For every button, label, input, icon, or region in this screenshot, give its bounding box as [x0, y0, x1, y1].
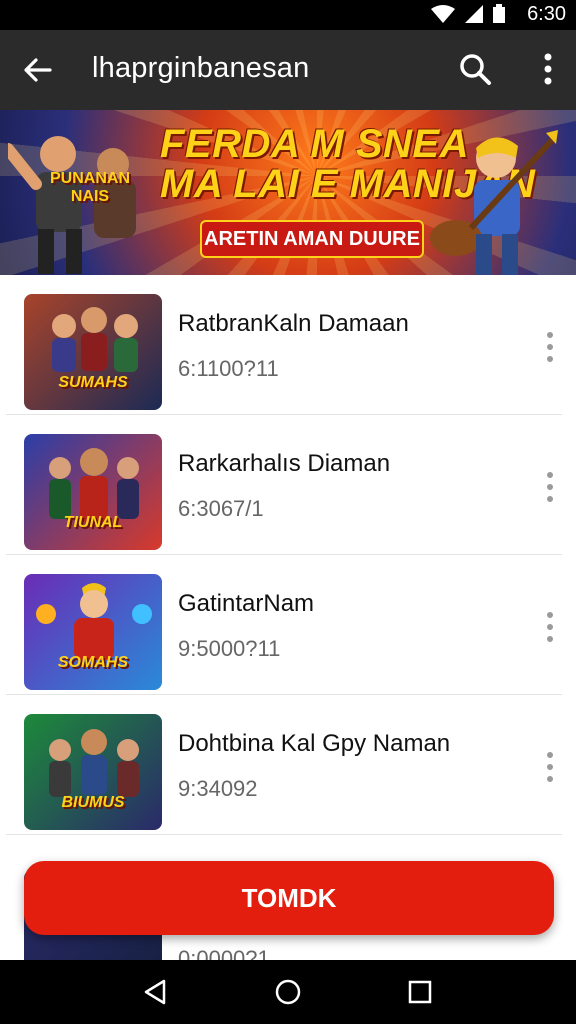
list-item[interactable]: SUMAHS RatbranKaln Damaan 6:1100?11 — [6, 276, 562, 415]
game-meta: 6:3067/1 — [178, 496, 264, 521]
list-item[interactable]: SOMAHS GatintarNam 9:5000?11 — [6, 556, 562, 695]
game-title: GatintarNam — [178, 590, 315, 617]
game-title: RatbranKaln Damaan — [178, 310, 409, 337]
game-thumbnail: SUMAHS — [24, 294, 162, 410]
more-vert-icon[interactable] — [542, 52, 554, 86]
game-title: Dohtbina Kal Gpy Naman — [178, 730, 451, 757]
game-thumbnail-logo: SUMAHS — [58, 374, 128, 391]
game-thumbnail-logo: TIUNAL — [63, 514, 123, 531]
status-bar: 6:30 — [0, 0, 576, 30]
game-meta: 9:5000?11 — [178, 636, 281, 661]
status-icons — [430, 4, 506, 24]
game-thumbnail-logo: SOMAHS — [57, 654, 129, 671]
item-more-icon[interactable] — [544, 332, 556, 368]
item-more-icon[interactable] — [544, 752, 556, 788]
app-title: lhaprginbanesan — [92, 52, 310, 84]
promo-banner[interactable]: PUNANAN NAIS FERDA M SNEA MA LAI E MANIJ… — [0, 110, 576, 275]
item-more-icon[interactable] — [544, 612, 556, 648]
nav-back-icon[interactable] — [142, 978, 170, 1006]
game-thumbnail-logo: BIUMUS — [61, 794, 125, 811]
system-nav-bar — [0, 960, 576, 1024]
nav-home-icon[interactable] — [274, 978, 302, 1006]
item-more-icon[interactable] — [544, 472, 556, 508]
nav-recent-icon[interactable] — [406, 978, 434, 1006]
game-list: SUMAHS RatbranKaln Damaan 6:1100?11 TIUN… — [6, 276, 570, 960]
primary-action-button[interactable]: TOMDK — [24, 861, 554, 935]
game-thumbnail: TIUNAL — [24, 434, 162, 550]
battery-icon — [493, 4, 505, 23]
banner-cta-badge[interactable]: ARETIN AMAN DUURE — [200, 220, 424, 258]
banner-game-logo: PUNANAN NAIS — [50, 170, 130, 205]
wifi-icon — [431, 5, 455, 23]
game-meta: 6:1100?11 — [178, 356, 279, 381]
status-time: 6:30 — [527, 3, 566, 25]
list-item[interactable]: BIUMUS Dohtbina Kal Gpy Naman 9:34092 — [6, 696, 562, 835]
search-icon[interactable] — [458, 52, 492, 86]
banner-hero-right-image — [430, 130, 558, 275]
game-title: Rarkarhalıs Diaman — [178, 450, 391, 477]
game-thumbnail: SOMAHS — [24, 574, 162, 690]
app-bar: lhaprginbanesan — [0, 30, 576, 110]
list-item[interactable]: TIUNAL Rarkarhalıs Diaman 6:3067/1 — [6, 416, 562, 555]
banner-headline-line1: FERDA M SNEA — [160, 122, 469, 166]
game-meta: 0:0000?1 — [178, 946, 270, 960]
game-thumbnail: BIUMUS — [24, 714, 162, 830]
game-meta: 9:34092 — [178, 776, 258, 801]
arrow-back-icon[interactable] — [22, 54, 54, 86]
signal-icon — [465, 5, 483, 23]
